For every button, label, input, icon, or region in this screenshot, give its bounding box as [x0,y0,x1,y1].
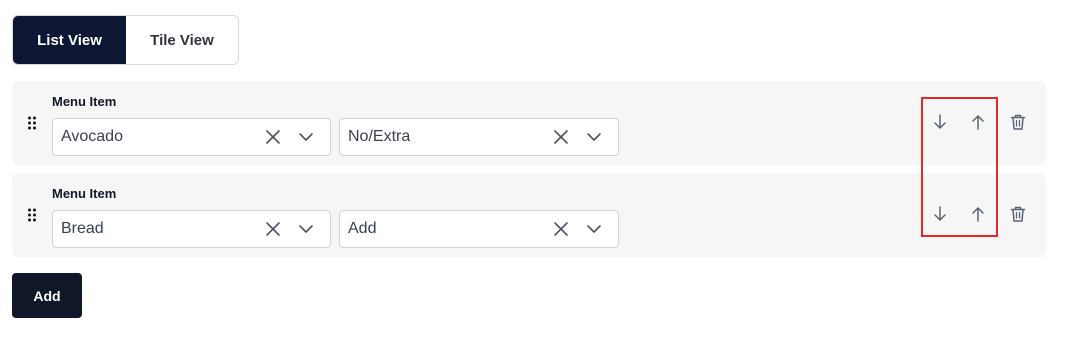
menu-item-select[interactable]: Avocado [52,118,331,156]
chevron-down-icon[interactable] [297,220,315,238]
menu-item-select[interactable]: Bread [52,210,331,248]
tile-view-button[interactable]: Tile View [126,16,238,64]
chevron-down-icon[interactable] [585,128,603,146]
list-view-button[interactable]: List View [13,16,126,64]
trash-icon[interactable] [1007,203,1029,225]
menu-item-value: Avocado [61,128,123,145]
arrow-up-icon[interactable] [967,203,989,225]
row-label: Menu Item [52,94,117,109]
chevron-down-icon[interactable] [585,220,603,238]
close-icon[interactable] [264,220,282,238]
arrow-down-icon[interactable] [929,203,951,225]
close-icon[interactable] [264,128,282,146]
page: List View Tile View Menu Item Avocado No… [0,0,1074,339]
add-button[interactable]: Add [12,273,82,318]
row-label: Menu Item [52,186,117,201]
trash-icon[interactable] [1007,111,1029,133]
drag-handle-icon[interactable] [27,115,37,131]
arrow-down-icon[interactable] [929,111,951,133]
chevron-down-icon[interactable] [297,128,315,146]
modifier-value: Add [348,220,377,237]
modifier-value: No/Extra [348,128,411,145]
menu-item-row: Menu Item Bread Add [12,173,1046,257]
drag-handle-icon[interactable] [27,207,37,223]
menu-item-row: Menu Item Avocado No/Extra [12,81,1046,165]
modifier-select[interactable]: No/Extra [339,118,619,156]
view-toggle: List View Tile View [12,15,239,65]
arrow-up-icon[interactable] [967,111,989,133]
close-icon[interactable] [552,128,570,146]
menu-item-value: Bread [61,220,104,237]
close-icon[interactable] [552,220,570,238]
modifier-select[interactable]: Add [339,210,619,248]
